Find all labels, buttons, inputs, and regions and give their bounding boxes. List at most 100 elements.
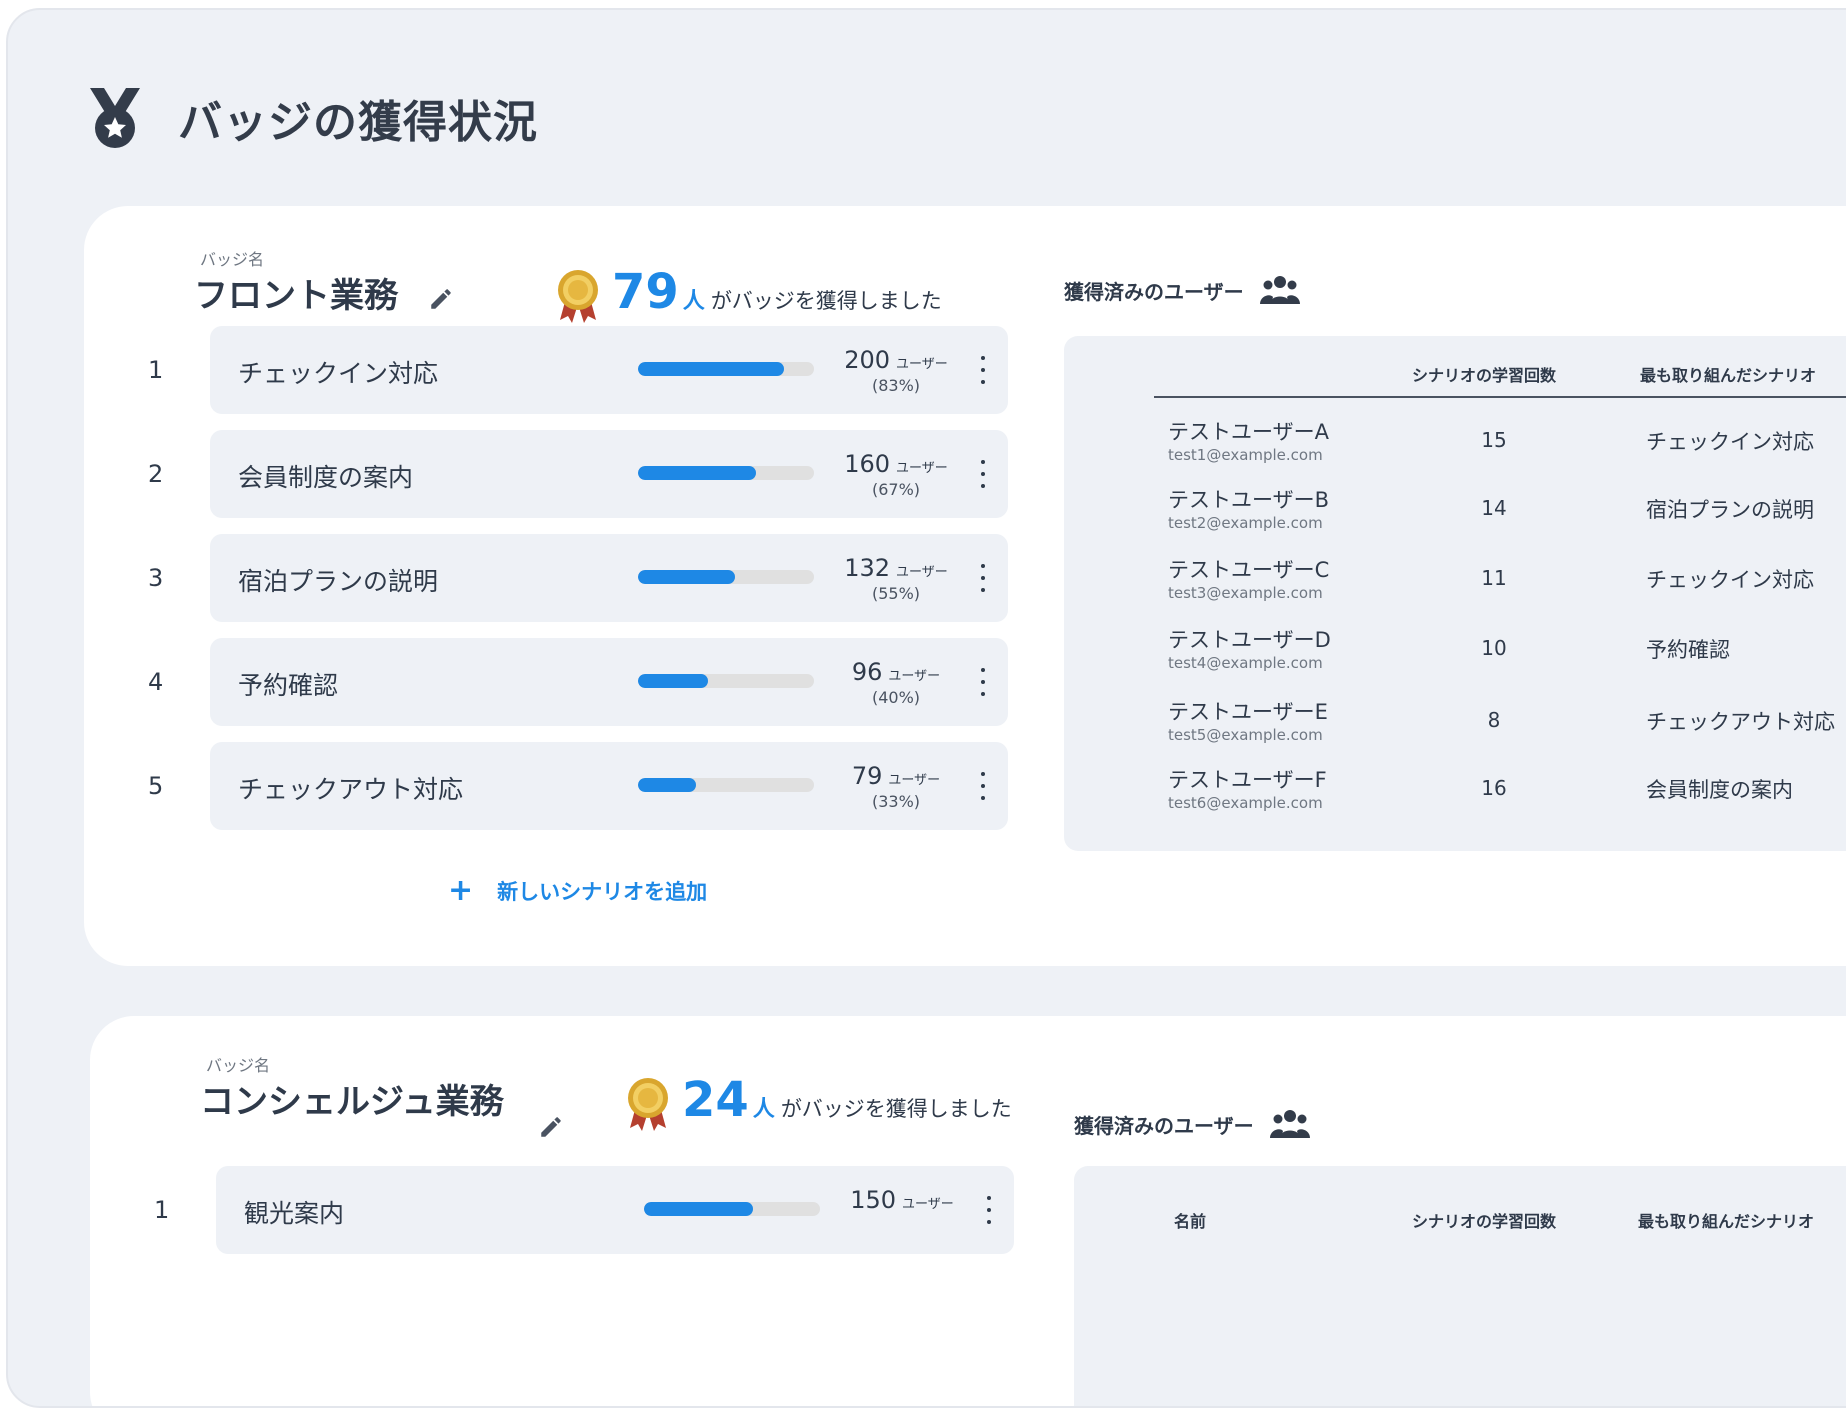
users-group-icon bbox=[1259, 276, 1300, 304]
scenario-percent: (67%) bbox=[871, 480, 921, 499]
scenario-row[interactable]: 5 チェックアウト対応 79 ユーザー (33%) bbox=[140, 742, 1008, 830]
more-vertical-icon[interactable] bbox=[984, 1196, 994, 1224]
table-row[interactable]: テストユーザーC test3@example.com 11 チェックイン対応 bbox=[1168, 554, 1846, 614]
scenario-name: 予約確認 bbox=[238, 671, 339, 700]
user-name: テストユーザーF bbox=[1168, 768, 1327, 792]
scenario-card[interactable]: チェックアウト対応 79 ユーザー (33%) bbox=[210, 742, 1008, 830]
user-count: 11 bbox=[1481, 566, 1507, 590]
users-group-icon bbox=[1269, 1110, 1310, 1138]
scenario-users: 150 bbox=[850, 1186, 897, 1214]
user-email: test5@example.com bbox=[1168, 726, 1323, 744]
progress-bar bbox=[638, 570, 814, 584]
table-row[interactable]: テストユーザーF test6@example.com 16 会員制度の案内 bbox=[1168, 764, 1846, 824]
pencil-icon[interactable] bbox=[538, 1114, 564, 1140]
more-vertical-icon[interactable] bbox=[978, 772, 988, 800]
more-vertical-icon[interactable] bbox=[978, 564, 988, 592]
column-header-name: 名前 bbox=[1174, 1212, 1207, 1231]
scenario-row[interactable]: 1 チェックイン対応 200 ユーザー (83%) bbox=[140, 326, 1008, 414]
scenario-stat: 200 ユーザー (83%) bbox=[826, 346, 966, 395]
column-header-scenario: 最も取り組んだシナリオ bbox=[1640, 366, 1817, 385]
earned-unit: 人 bbox=[752, 1097, 775, 1122]
progress-fill bbox=[638, 362, 785, 376]
users-suffix: ユーザー bbox=[888, 669, 941, 684]
scenario-card[interactable]: 会員制度の案内 160 ユーザー (67%) bbox=[210, 430, 1008, 518]
add-scenario-label: 新しいシナリオを追加 bbox=[497, 880, 708, 904]
scenario-rank: 3 bbox=[148, 564, 164, 592]
scenario-stat: 132 ユーザー (55%) bbox=[826, 554, 966, 603]
scenario-rank: 5 bbox=[148, 772, 164, 800]
table-row[interactable]: テストユーザーE test5@example.com 8 チェックアウト対応 bbox=[1168, 696, 1846, 756]
progress-bar bbox=[638, 466, 814, 480]
badge-earned-summary: 79 人 がバッジを獲得しました bbox=[554, 268, 942, 324]
scenario-percent: (55%) bbox=[871, 584, 921, 603]
user-count: 16 bbox=[1481, 776, 1507, 800]
add-scenario-button[interactable]: + 新しいシナリオを追加 bbox=[448, 876, 707, 906]
users-suffix: ユーザー bbox=[902, 1197, 954, 1212]
users-suffix: ユーザー bbox=[888, 773, 941, 788]
app-frame: バッジの獲得状況 バッジ名 フロント業務 79 人 がバッジを獲得しました 1 … bbox=[6, 8, 1846, 1408]
scenario-name: 宿泊プランの説明 bbox=[238, 567, 439, 596]
table-row[interactable]: テストユーザーB test2@example.com 14 宿泊プランの説明 bbox=[1168, 484, 1846, 544]
more-vertical-icon[interactable] bbox=[978, 668, 988, 696]
scenario-name: チェックアウト対応 bbox=[238, 775, 464, 804]
scenario-card[interactable]: 観光案内 150 ユーザー bbox=[216, 1166, 1014, 1254]
user-name: テストユーザーD bbox=[1168, 628, 1331, 652]
award-ribbon-icon bbox=[558, 270, 598, 323]
user-email: test6@example.com bbox=[1168, 794, 1323, 812]
progress-fill bbox=[638, 570, 735, 584]
page-title: バッジの獲得状況 bbox=[178, 97, 538, 148]
pencil-icon[interactable] bbox=[428, 286, 454, 312]
user-top-scenario: チェックイン対応 bbox=[1646, 568, 1814, 592]
user-email: test4@example.com bbox=[1168, 654, 1323, 672]
users-panel: シナリオの学習回数 最も取り組んだシナリオ テストユーザーA test1@exa… bbox=[1064, 336, 1846, 851]
user-count: 14 bbox=[1481, 496, 1507, 520]
user-count: 10 bbox=[1481, 636, 1507, 660]
users-suffix: ユーザー bbox=[896, 357, 948, 372]
progress-bar bbox=[638, 778, 814, 792]
scenario-users: 79 bbox=[851, 762, 883, 790]
earned-count: 79 bbox=[612, 264, 679, 320]
user-count: 15 bbox=[1481, 428, 1507, 452]
table-row[interactable]: テストユーザーA test1@example.com 15 チェックイン対応 bbox=[1168, 416, 1846, 476]
earned-unit: 人 bbox=[682, 289, 705, 314]
table-row[interactable]: テストユーザーD test4@example.com 10 予約確認 bbox=[1168, 624, 1846, 684]
more-vertical-icon[interactable] bbox=[978, 356, 988, 384]
scenario-users: 200 bbox=[844, 346, 891, 374]
scenario-stat: 96 ユーザー (40%) bbox=[826, 658, 966, 707]
user-email: test2@example.com bbox=[1168, 514, 1323, 532]
scenario-percent: (33%) bbox=[871, 792, 921, 811]
page-header: バッジの獲得状況 bbox=[86, 86, 538, 150]
users-panel-title: 獲得済みのユーザー bbox=[1064, 279, 1244, 304]
column-header-scenario: 最も取り組んだシナリオ bbox=[1638, 1212, 1815, 1231]
scenario-row[interactable]: 1 観光案内 150 ユーザー bbox=[146, 1166, 1014, 1254]
scenario-name: チェックイン対応 bbox=[238, 359, 439, 388]
scenario-card[interactable]: 宿泊プランの説明 132 ユーザー (55%) bbox=[210, 534, 1008, 622]
earned-message: がバッジを獲得しました bbox=[710, 289, 942, 313]
badge-card: バッジ名 コンシェルジュ業務 24 人 がバッジを獲得しました 1 観光案内 1… bbox=[90, 1016, 1846, 1406]
progress-bar bbox=[644, 1202, 820, 1216]
scenario-row[interactable]: 2 会員制度の案内 160 ユーザー (67%) bbox=[140, 430, 1008, 518]
user-name: テストユーザーC bbox=[1168, 558, 1330, 582]
users-suffix: ユーザー bbox=[896, 461, 948, 476]
badge-name: コンシェルジュ業務 bbox=[200, 1082, 504, 1122]
medal-icon bbox=[90, 88, 140, 148]
scenario-card[interactable]: チェックイン対応 200 ユーザー (83%) bbox=[210, 326, 1008, 414]
scenario-card[interactable]: 予約確認 96 ユーザー (40%) bbox=[210, 638, 1008, 726]
scenario-percent: (83%) bbox=[871, 376, 921, 395]
scenario-users: 96 bbox=[851, 658, 883, 686]
plus-icon: + bbox=[448, 873, 474, 908]
scenario-row[interactable]: 3 宿泊プランの説明 132 ユーザー (55%) bbox=[140, 534, 1008, 622]
scenario-row[interactable]: 4 予約確認 96 ユーザー (40%) bbox=[140, 638, 1008, 726]
scenario-stat: 150 ユーザー bbox=[832, 1186, 972, 1214]
users-suffix: ユーザー bbox=[896, 565, 948, 580]
badge-card: バッジ名 フロント業務 79 人 がバッジを獲得しました 1 チェックイン対応 bbox=[84, 206, 1846, 966]
user-top-scenario: チェックイン対応 bbox=[1646, 430, 1814, 454]
user-count: 8 bbox=[1487, 708, 1501, 732]
users-panel-header: 獲得済みのユーザー bbox=[1074, 1108, 1310, 1140]
earned-count: 24 bbox=[682, 1072, 749, 1128]
user-top-scenario: チェックアウト対応 bbox=[1646, 710, 1835, 734]
progress-fill bbox=[638, 778, 697, 792]
user-name: テストユーザーA bbox=[1168, 420, 1329, 444]
user-name: テストユーザーB bbox=[1168, 488, 1329, 512]
more-vertical-icon[interactable] bbox=[978, 460, 988, 488]
